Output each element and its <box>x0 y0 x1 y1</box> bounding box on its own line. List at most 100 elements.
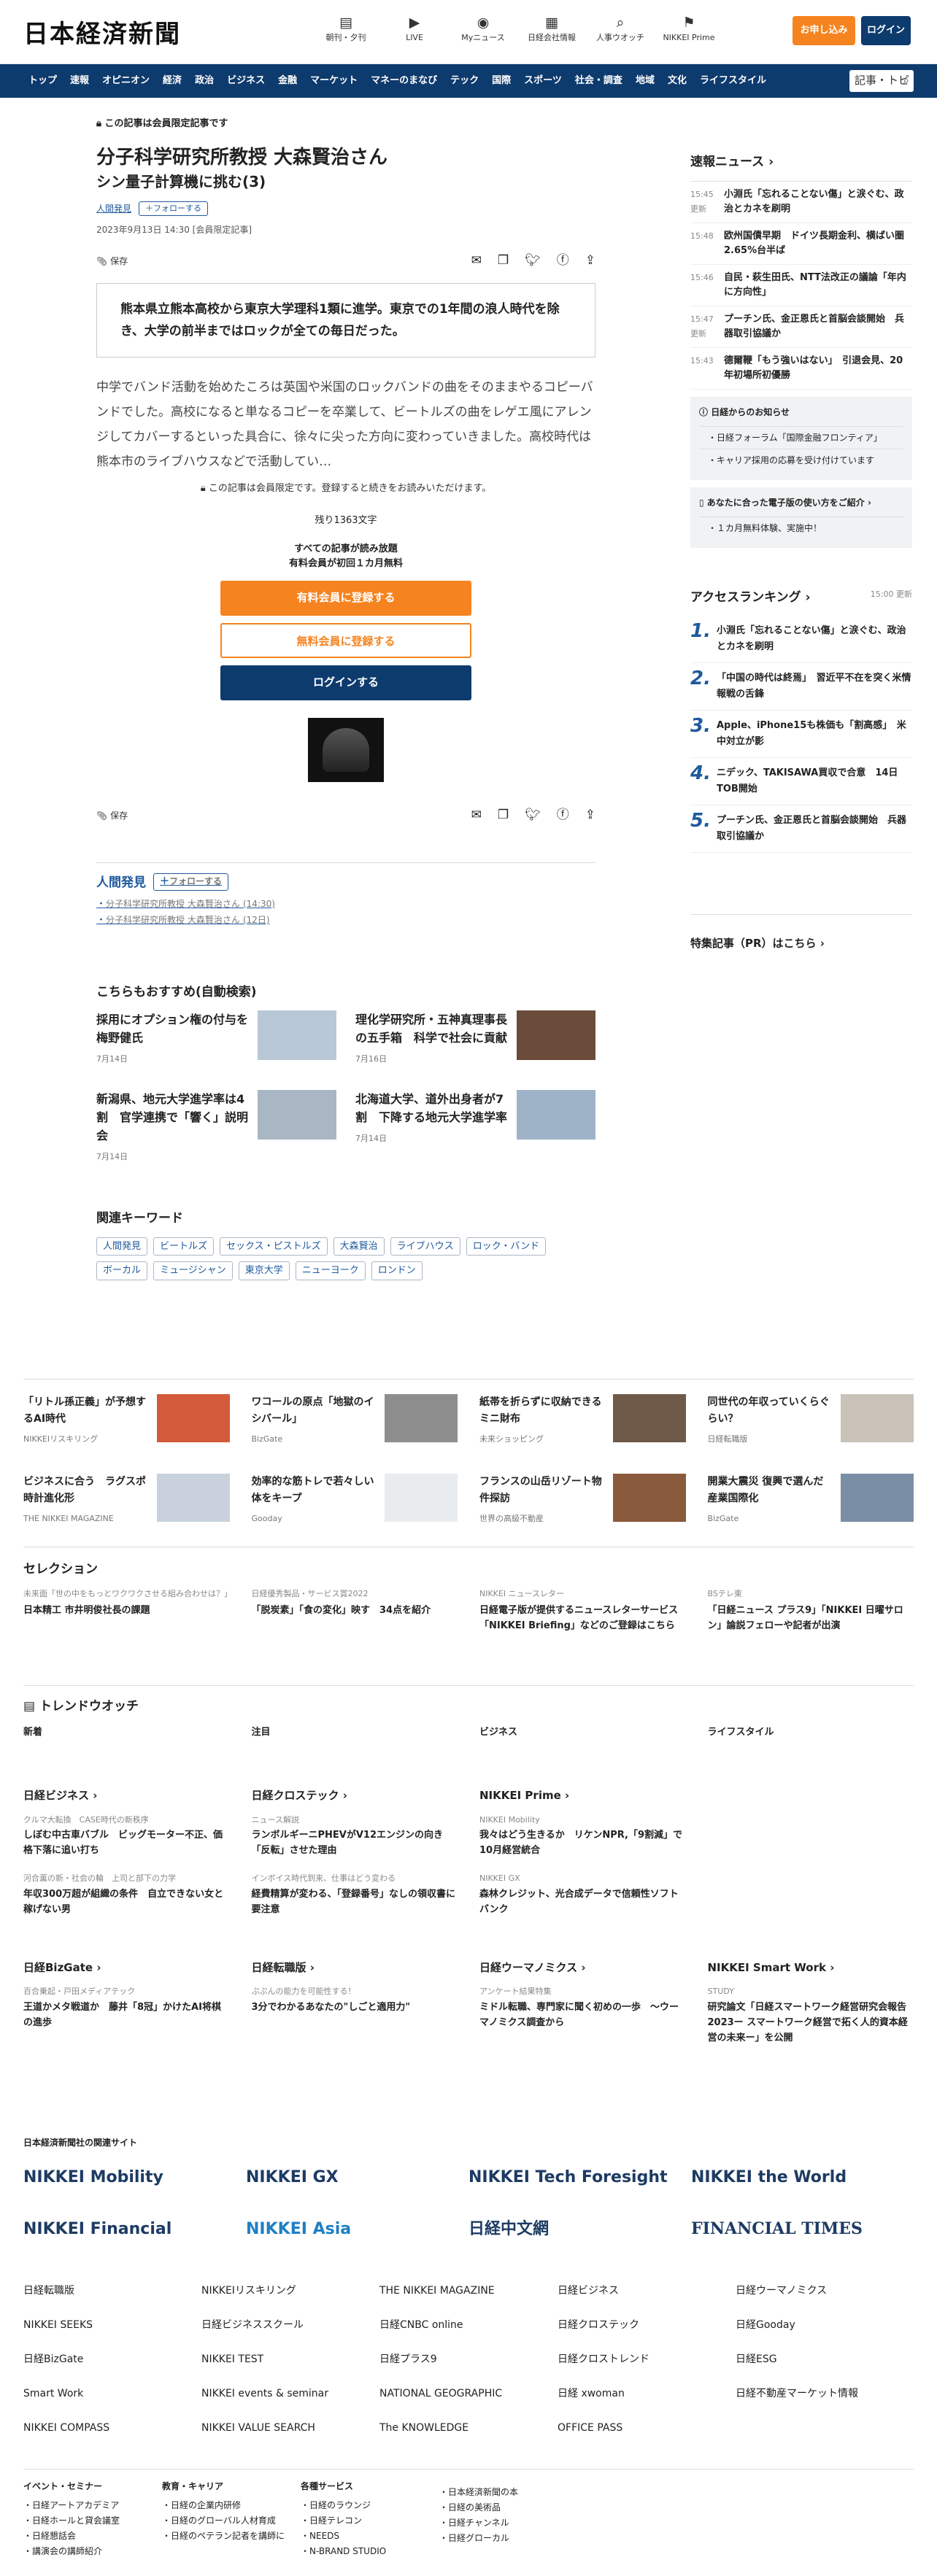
group-logo[interactable]: 日経 xwoman <box>558 2386 736 2402</box>
footer-link[interactable]: ・NEEDS <box>301 2529 439 2542</box>
pr-item[interactable]: ビジネスに合う ラグスポ時計進化形 THE NIKKEI MAGAZINE <box>23 1474 230 1527</box>
copy-icon[interactable]: ❐ <box>498 252 509 271</box>
service-item[interactable]: インボイス時代到来、仕事はどう変わる 経費精算が変わる、「登録番号」なしの領収書に… <box>252 1873 458 1917</box>
footer-link[interactable]: ・日経アートアカデミア <box>23 2499 162 2512</box>
selection-item[interactable]: NIKKEI ニュースレター 日経電子版が提供するニュースレターサービス「NIKK… <box>479 1588 686 1634</box>
footer-link[interactable]: ・日経グローカル <box>439 2531 578 2545</box>
service-item[interactable]: STUDY 研究論文「日経スマートワーク経営研究会報告2023ー スマートワーク経… <box>708 1986 914 2046</box>
list-item[interactable]: 新潟県、地元大学進学率は4割 官学連携で「響く」説明会 7月14日 <box>96 1090 336 1166</box>
group-logo[interactable]: 日経クロストレンド <box>558 2352 736 2367</box>
nav-jinji[interactable]: ⌕ 人事ウオッチ <box>591 13 649 45</box>
group-logo[interactable]: Smart Work <box>23 2386 201 2402</box>
group-logo[interactable]: NIKKEI Asia <box>246 2217 469 2241</box>
twitter-icon[interactable]: 🐦︎ <box>525 806 541 825</box>
selection-item[interactable]: 未来面「世の中をもっとワクワクさせる組み合わせは？」 日本精工 市井明俊社長の課題 <box>23 1588 232 1634</box>
service-title[interactable]: 日経転職版 › <box>252 1960 458 1976</box>
nav-item[interactable]: スポーツ <box>517 74 568 88</box>
group-logo[interactable]: 日経CNBC online <box>379 2318 558 2333</box>
pr-item[interactable]: 効率的な筋トレで若々しい体をキープ Gooday <box>252 1474 458 1527</box>
paywall-login-button[interactable]: ログインする <box>220 665 471 700</box>
keyword-tag[interactable]: ライブハウス <box>390 1237 460 1256</box>
group-logo[interactable]: NIKKEI Tech Foresight <box>469 2165 691 2189</box>
group-logo[interactable]: 日経転職版 <box>23 2283 201 2299</box>
keyword-tag[interactable]: 人間発見 <box>96 1237 148 1256</box>
group-logo[interactable]: 日経中文網 <box>469 2217 691 2241</box>
group-logo[interactable]: 日経不動産マーケット情報 <box>736 2386 914 2402</box>
related-link[interactable]: ・分子科学研究所教授 大森賢治さん (12日) <box>96 913 595 928</box>
list-item[interactable]: 5. プーチン氏、金正恩氏と首脳会談開始 兵器取引協議か <box>690 805 912 853</box>
pr-item[interactable]: ワコールの原点「地獄のイシバール」 BizGate <box>252 1394 458 1447</box>
keyword-tag[interactable]: ビートルズ <box>153 1237 215 1256</box>
nav-item[interactable]: ライフスタイル <box>693 74 773 88</box>
nav-item[interactable]: 文化 <box>661 74 693 88</box>
service-item[interactable]: ぷぷんの能力を可能性する！ 3分でわかるあなたの"しごと適用力" <box>252 1986 458 2015</box>
copy-icon[interactable]: ❐ <box>498 806 509 825</box>
group-logo[interactable]: NIKKEI Mobility <box>23 2165 246 2189</box>
group-logo[interactable]: NIKKEI Financial <box>23 2217 246 2241</box>
trend-column[interactable]: 注目 <box>252 1725 458 1740</box>
list-item[interactable]: 15:45 更新 小淵氏「忘れることない傷」と涙ぐむ、政治とカネを刷明 <box>690 182 912 223</box>
group-logo[interactable]: The KNOWLEDGE <box>379 2421 558 2436</box>
list-item[interactable]: 15:48 欧州国債早期 ドイツ長期金利、横ばい圏2.65%台半ば <box>690 223 912 265</box>
footer-link[interactable]: ・N-BRAND STUDIO <box>301 2545 439 2558</box>
group-logo[interactable]: FINANCIAL TIMES <box>691 2217 914 2241</box>
group-logo[interactable]: NIKKEI VALUE SEARCH <box>201 2421 379 2436</box>
nav-item[interactable]: 経済 <box>156 74 188 88</box>
service-title[interactable]: NIKKEI Smart Work › <box>708 1960 914 1976</box>
keyword-tag[interactable]: ニューヨーク <box>295 1261 366 1280</box>
nav-item[interactable]: マーケット <box>304 74 364 88</box>
related-link[interactable]: ・分子科学研究所教授 大森賢治さん (14:30) <box>96 897 595 912</box>
keyword-tag[interactable]: ボーカル <box>96 1261 148 1280</box>
keyword-tag[interactable]: 大森賢治 <box>333 1237 385 1256</box>
twitter-icon[interactable]: 🐦︎ <box>525 252 541 271</box>
ranking-title[interactable]: アクセスランキング › 15:00 更新 <box>690 589 912 608</box>
pr-item[interactable]: 開業大震災 復興で選んだ産業国際化 BizGate <box>708 1474 914 1527</box>
nav-company[interactable]: ▦ 日経会社情報 <box>523 13 581 45</box>
footer-link[interactable]: ・日経の美術品 <box>439 2501 578 2514</box>
footer-link[interactable]: ・日経ホールと貸会議室 <box>23 2514 162 2527</box>
keyword-tag[interactable]: ロンドン <box>371 1261 423 1280</box>
footer-link[interactable]: ・日経のペテラン記者を講師に <box>162 2529 301 2542</box>
footer-link[interactable]: ・日経のラウンジ <box>301 2499 439 2512</box>
paid-register-button[interactable]: 有料会員に登録する <box>220 581 471 616</box>
trend-column[interactable]: ライフスタイル <box>708 1725 914 1740</box>
follow-button[interactable]: ＋フォローする <box>139 201 209 216</box>
pr-item[interactable]: 紙帯を折らずに収納できるミニ財布 未来ショッピング <box>479 1394 686 1447</box>
nav-item[interactable]: テック <box>444 74 485 88</box>
footer-link[interactable]: ・日経チャンネル <box>439 2516 578 2529</box>
list-item[interactable]: 採用にオプション権の付与を 梅野健氏 7月14日 <box>96 1010 336 1068</box>
list-item[interactable]: 15:43 德爾鞭「もう強いはない」 引退会見、20年初場所初優勝 <box>690 348 912 390</box>
service-item[interactable]: ニュース解説 ランボルギーニPHEVがV12エンジンの向き「反転」させた理由 <box>252 1814 458 1859</box>
nav-item[interactable]: オピニオン <box>96 74 156 88</box>
mail-icon[interactable]: ✉ <box>471 252 482 271</box>
nav-newspaper[interactable]: ▤ 朝刊・夕刊 <box>317 13 375 45</box>
group-logo[interactable]: 日経ビジネススクール <box>201 2318 379 2333</box>
group-logo[interactable]: 日経プラス9 <box>379 2352 558 2367</box>
group-logo[interactable]: NIKKEI COMPASS <box>23 2421 201 2436</box>
pr-link[interactable]: 特集記事（PR）はこちら › <box>690 914 912 952</box>
group-logo[interactable]: NIKKEIリスキリング <box>201 2283 379 2299</box>
group-logo[interactable]: NIKKEI the World <box>691 2165 914 2189</box>
pr-item[interactable]: フランスの山岳リゾート物件探訪 世界の高級不動産 <box>479 1474 686 1527</box>
service-title[interactable]: 日経ウーマノミクス › <box>479 1960 686 1976</box>
share-icon[interactable]: ⇪ <box>585 252 595 271</box>
subscribe-button[interactable]: お申し込み <box>793 16 855 45</box>
list-item[interactable]: 3. Apple、iPhone15も株価も「割高感」 米中対立が影 <box>690 711 912 758</box>
group-logo[interactable]: 日経クロステック <box>558 2318 736 2333</box>
pr-item[interactable]: 「リトル孫正義」が予想するAI時代 NIKKEIリスキリング <box>23 1394 230 1447</box>
footer-link[interactable]: ・日経のグローバル人材育成 <box>162 2514 301 2527</box>
list-item[interactable]: 理化学研究所・五神真理事長の五手箱 科学で社会に貢献 7月16日 <box>355 1010 595 1068</box>
list-item[interactable]: 北海道大学、道外出身者が7割 下降する地元大学進学率 7月14日 <box>355 1090 595 1166</box>
list-item[interactable]: 1. 小淵氏「忘れることない傷」と涙ぐむ、政治とカネを刷明 <box>690 616 912 663</box>
nav-item[interactable]: ビジネス <box>220 74 271 88</box>
footer-link[interactable]: ・日経懇話会 <box>23 2529 162 2542</box>
group-logo[interactable]: NIKKEI GX <box>246 2165 469 2189</box>
epaper-item[interactable]: ・１カ月無料体験、実施中！ <box>699 516 903 539</box>
footer-link[interactable]: ・日本経済新聞の本 <box>439 2486 578 2499</box>
service-item[interactable]: 百合乗起・戸田メディアテック 王道かメタ戦道か 藤井「8冠」かけたAI将棋の進歩 <box>23 1986 230 2030</box>
follow-button[interactable]: ＋フォローする <box>153 873 229 891</box>
keyword-tag[interactable]: 東京大学 <box>238 1261 290 1280</box>
facebook-icon[interactable]: ⓕ <box>557 806 569 825</box>
nav-item[interactable]: 社会・調査 <box>568 74 629 88</box>
footer-link[interactable]: ・講演会の講師紹介 <box>23 2545 162 2558</box>
